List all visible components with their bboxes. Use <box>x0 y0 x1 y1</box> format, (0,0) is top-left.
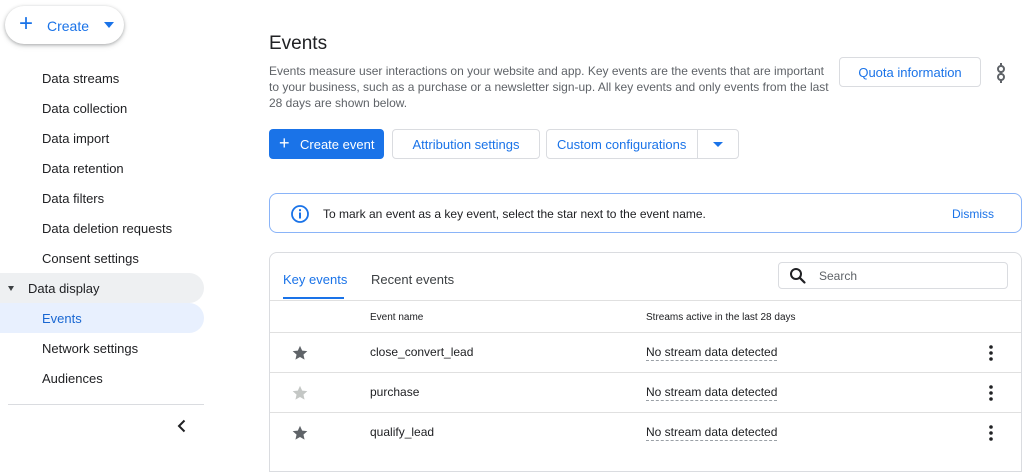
sidebar-item-data-streams[interactable]: Data streams <box>0 63 204 93</box>
sidebar-item-label: Data filters <box>42 190 105 206</box>
sidebar-item-label: Data deletion requests <box>42 220 173 236</box>
sidebar-item-data-deletion-requests[interactable]: Data deletion requests <box>0 213 204 243</box>
table-row: qualify_lead No stream data detected <box>270 412 1021 453</box>
search-icon <box>790 268 806 284</box>
event-name: qualify_lead <box>370 425 435 439</box>
plus-icon: + <box>279 133 290 153</box>
banner-message: To mark an event as a key event, select … <box>323 207 706 221</box>
sidebar-item-data-filters[interactable]: Data filters <box>0 183 204 213</box>
create-event-button[interactable]: + Create event <box>269 129 384 159</box>
event-name: purchase <box>370 385 420 399</box>
info-banner: To mark an event as a key event, select … <box>269 193 1022 233</box>
sidebar-item-data-retention[interactable]: Data retention <box>0 153 204 183</box>
tab-key-events[interactable]: Key events <box>283 272 347 287</box>
sidebar-divider <box>8 404 204 405</box>
page-description: Events measure user interactions on your… <box>269 64 829 110</box>
sidebar-item-label: Data collection <box>42 100 128 116</box>
sidebar: + Create Data streams Data collection Da… <box>0 0 214 452</box>
active-tab-indicator <box>283 297 344 299</box>
more-vert-icon[interactable] <box>982 343 1000 363</box>
dismiss-button[interactable]: Dismiss <box>952 207 994 221</box>
sidebar-item-consent-settings[interactable]: Consent settings <box>0 243 204 273</box>
custom-configurations-label: Custom configurations <box>557 136 687 152</box>
sidebar-item-label: Audiences <box>42 370 103 386</box>
header-divider <box>270 300 1021 301</box>
caret-down-icon[interactable] <box>713 142 723 147</box>
search-box <box>778 262 1008 289</box>
stream-status[interactable]: No stream data detected <box>646 345 778 361</box>
quota-information-button[interactable]: Quota information <box>839 57 981 87</box>
sidebar-item-network-settings[interactable]: Network settings <box>0 333 204 363</box>
create-button[interactable]: + Create <box>5 6 124 44</box>
star-outline-icon[interactable] <box>291 384 309 402</box>
sidebar-item-label: Consent settings <box>42 250 139 266</box>
column-header-event-name: Event name <box>370 312 424 323</box>
custom-configurations-button[interactable]: Custom configurations <box>546 129 739 159</box>
expand-arrow-icon <box>8 286 14 291</box>
page-title: Events <box>269 33 328 54</box>
info-icon <box>291 205 309 223</box>
event-name: close_convert_lead <box>370 345 474 359</box>
table-row: close_convert_lead No stream data detect… <box>270 332 1021 373</box>
caret-down-icon <box>104 22 114 28</box>
sidebar-item-label: Data import <box>42 130 110 146</box>
stream-status[interactable]: No stream data detected <box>646 385 778 401</box>
sidebar-item-label: Data retention <box>42 160 124 176</box>
sidebar-item-label: Network settings <box>42 340 139 356</box>
plus-icon: + <box>19 10 34 37</box>
more-vert-icon[interactable] <box>982 423 1000 443</box>
sidebar-item-data-collection[interactable]: Data collection <box>0 93 204 123</box>
tab-recent-events[interactable]: Recent events <box>371 272 454 287</box>
chevron-left-icon[interactable] <box>172 416 192 436</box>
more-vert-icon[interactable] <box>982 383 1000 403</box>
search-input[interactable] <box>819 267 999 284</box>
column-header-streams: Streams active in the last 28 days <box>646 312 796 323</box>
create-event-label: Create event <box>300 137 375 152</box>
sidebar-section-data-display[interactable]: Data display <box>0 273 204 303</box>
sidebar-item-label: Events <box>42 310 82 326</box>
attribution-settings-button[interactable]: Attribution settings <box>392 129 540 159</box>
sidebar-item-label: Data streams <box>42 70 120 86</box>
star-filled-icon[interactable] <box>291 424 309 442</box>
create-button-label: Create <box>47 18 90 34</box>
split-button-divider <box>697 129 698 159</box>
sidebar-item-audiences[interactable]: Audiences <box>0 363 204 393</box>
star-filled-icon[interactable] <box>291 344 309 362</box>
sidebar-item-data-import[interactable]: Data import <box>0 123 204 153</box>
stream-status[interactable]: No stream data detected <box>646 425 778 441</box>
table-row: purchase No stream data detected <box>270 372 1021 413</box>
tune-icon[interactable] <box>991 61 1011 85</box>
events-table-card: Key events Recent events Event name Stre… <box>269 252 1022 472</box>
sidebar-item-events[interactable]: Events <box>0 303 204 333</box>
sidebar-item-label: Data display <box>28 280 100 296</box>
